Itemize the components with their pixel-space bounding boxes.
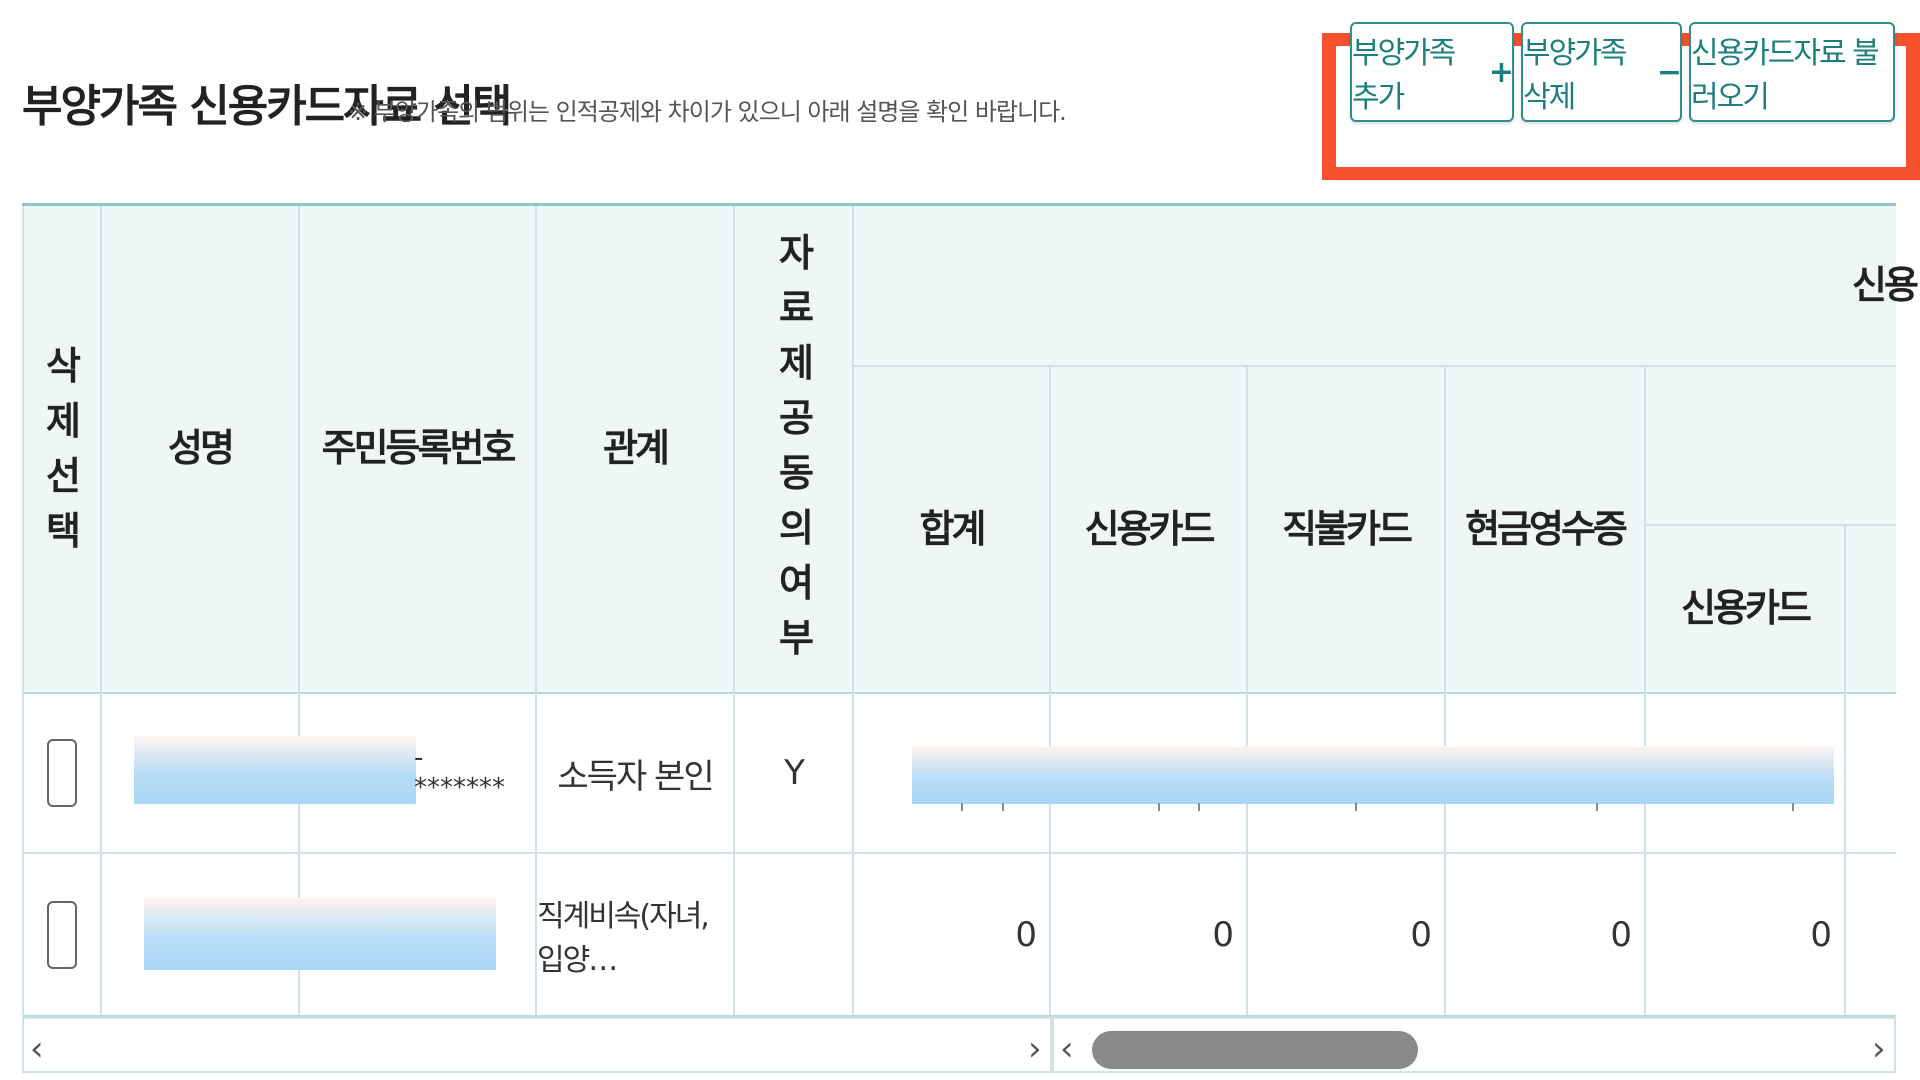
header-group-partial: 신용 xyxy=(1852,263,1919,308)
scrollbar-thumb[interactable] xyxy=(1092,1031,1418,1069)
header-rrn: 주민등록번호 xyxy=(321,426,517,471)
right-horizontal-scrollbar[interactable]: ‹ › xyxy=(1052,1017,1896,1073)
minus-icon: − xyxy=(1656,54,1682,90)
credit-card-value: 0 xyxy=(1212,914,1234,955)
consent-value: Y xyxy=(784,753,805,793)
dependent-card-table: 삭제 선택 성명 주민등록번호 관계 자료 제공 동의 여부 신용 합계 신용카… xyxy=(22,203,1919,1076)
plus-icon: + xyxy=(1488,54,1514,90)
redacted-name xyxy=(144,898,496,970)
debit-card-value: 0 xyxy=(1410,914,1432,955)
range-notice: ※ 부양가족의 범위는 인적공제와 차이가 있으니 아래 설명을 확인 바랍니다… xyxy=(348,98,1067,126)
header-total: 합계 xyxy=(919,506,987,551)
header-delete-select: 삭제 선택 xyxy=(46,343,81,554)
redacted-name xyxy=(134,736,416,804)
sub-credit-card-value: 0 xyxy=(1810,914,1832,955)
header-sub-credit-card: 신용카드 xyxy=(1681,586,1812,631)
add-dependent-label: 부양가족 추가 xyxy=(1352,36,1456,115)
scroll-right-arrow-icon[interactable]: › xyxy=(1028,1029,1042,1069)
header-cash-receipt: 현금영수증 xyxy=(1465,506,1628,551)
header-consent: 자료 제공 동의 여부 xyxy=(779,230,814,661)
header-credit-card: 신용카드 xyxy=(1084,506,1216,551)
row-select-checkbox[interactable] xyxy=(47,900,77,969)
load-card-data-label: 신용카드자료 불러오기 xyxy=(1691,36,1880,115)
total-value: 0 xyxy=(1015,914,1037,955)
relation-value: 소득자 본인 xyxy=(557,756,714,797)
header-relation: 관계 xyxy=(603,426,670,471)
load-card-data-button[interactable]: 신용카드자료 불러오기 xyxy=(1689,22,1895,122)
delete-dependent-label: 부양가족 삭제 xyxy=(1523,36,1627,115)
delete-dependent-button[interactable]: 부양가족 삭제 − xyxy=(1521,22,1682,122)
scroll-left-arrow-icon[interactable]: ‹ xyxy=(1060,1029,1074,1069)
header-debit-card: 직불카드 xyxy=(1282,506,1413,551)
rrn-masked: -******* xyxy=(414,743,505,803)
relation-value: 직계비속(자녀,입양… xyxy=(537,898,710,978)
header-name: 성명 xyxy=(168,426,235,471)
scroll-left-arrow-icon[interactable]: ‹ xyxy=(30,1029,44,1069)
redacted-amounts xyxy=(912,746,1834,804)
add-dependent-button[interactable]: 부양가족 추가 + xyxy=(1350,22,1514,122)
scroll-right-arrow-icon[interactable]: › xyxy=(1872,1029,1886,1069)
cash-receipt-value: 0 xyxy=(1610,914,1632,955)
left-horizontal-scrollbar[interactable]: ‹ › xyxy=(22,1017,1052,1073)
row-select-checkbox[interactable] xyxy=(47,739,77,807)
